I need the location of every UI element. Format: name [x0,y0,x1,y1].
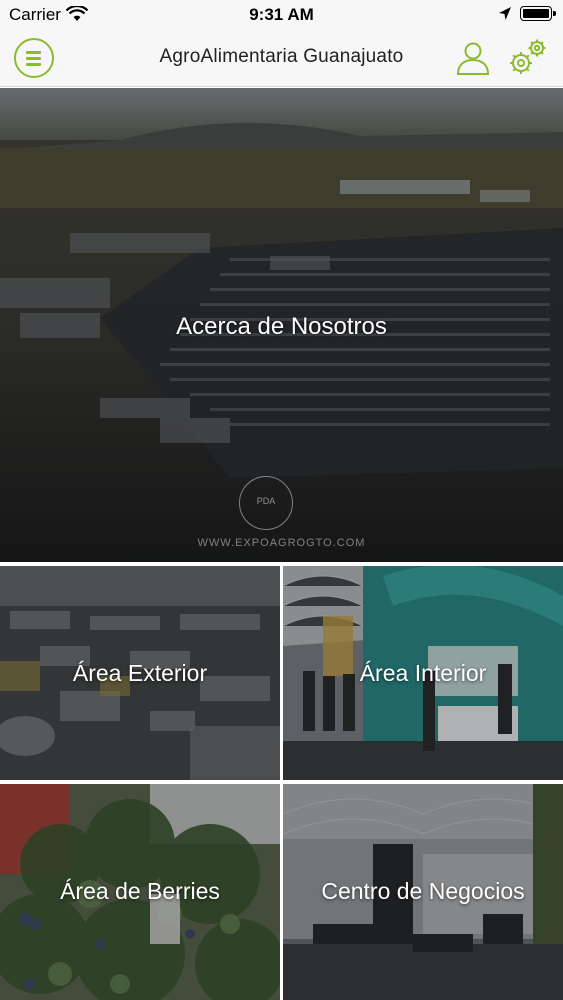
clock-time: 9:31 AM [249,5,314,24]
seal-text: PDA [256,496,276,506]
business-center-label: Centro de Negocios [321,878,525,904]
location-arrow-icon [499,7,511,20]
exterior-area-label: Área Exterior [72,660,208,686]
about-us-label: Acerca de Nosotros [176,313,387,340]
interior-area-tile[interactable]: Área Interior [283,566,563,780]
expo-seal-logo: PDA [239,476,293,530]
business-center-tile[interactable]: Centro de Negocios [283,784,563,1000]
user-profile-icon[interactable] [455,40,491,76]
battery-icon [520,6,556,21]
berries-area-label: Área de Berries [60,878,220,904]
berries-area-tile[interactable]: Área de Berries [0,784,280,1000]
nav-notch [270,30,294,44]
about-us-tile[interactable]: PDA WWW.EXPOAGROGTO.COM Acerca de Nosotr… [0,88,563,562]
interior-area-label: Área Interior [359,660,487,686]
exterior-area-tile[interactable]: Área Exterior [0,566,280,780]
settings-gears-icon[interactable] [506,36,550,78]
website-watermark: WWW.EXPOAGROGTO.COM [197,537,366,549]
status-bar: Carrier 9:31 AM [0,0,563,30]
